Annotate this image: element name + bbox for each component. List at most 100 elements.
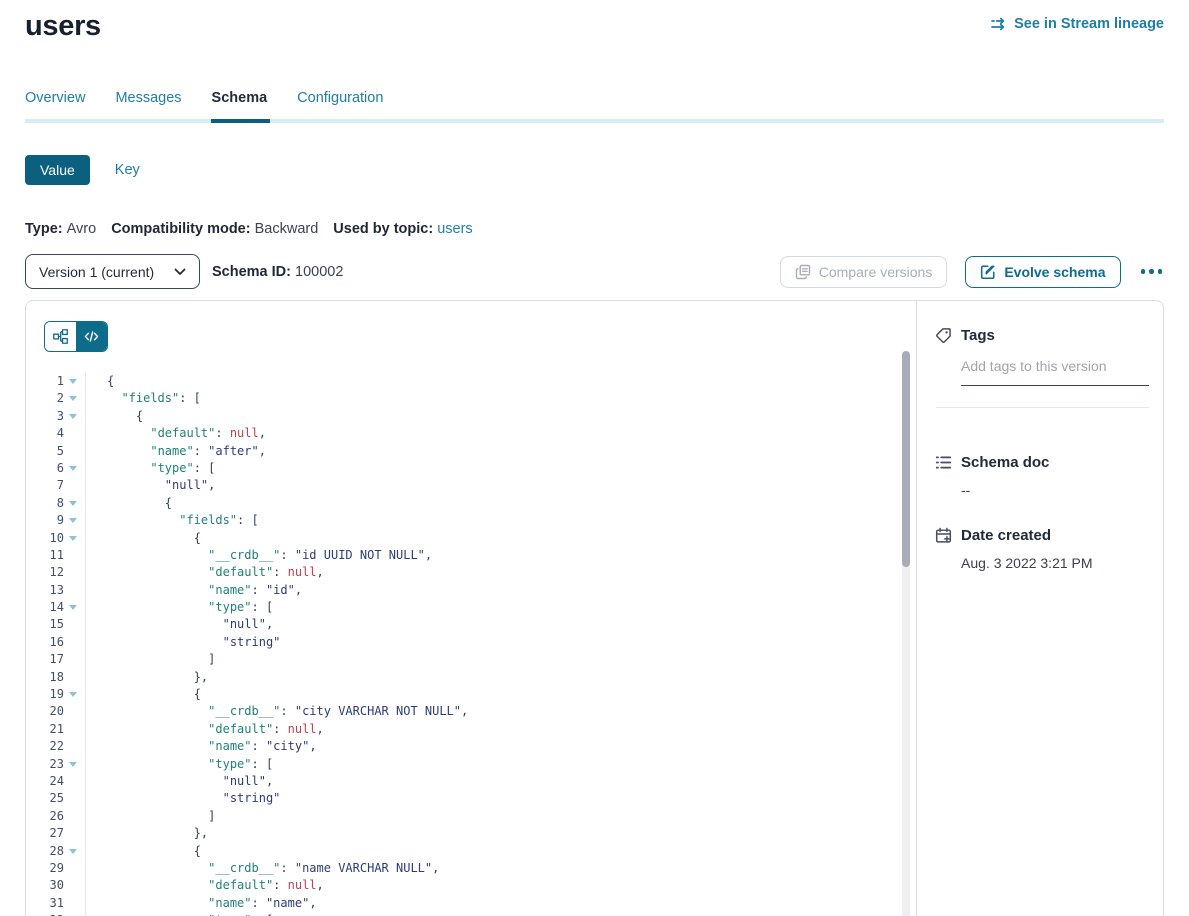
code-line: 16"string": [26, 634, 916, 651]
schema-id-label: Schema ID:: [212, 264, 291, 280]
tab-configuration[interactable]: Configuration: [297, 90, 383, 119]
code-line: 12"default": null,: [26, 564, 916, 581]
code-text: "string": [86, 634, 280, 651]
tags-input-wrap: [961, 358, 1149, 386]
code-line: 31"name": "name",: [26, 895, 916, 912]
editor-scrollbar-thumb[interactable]: [902, 351, 910, 567]
line-number: 32: [26, 912, 64, 916]
code-line: 7"null",: [26, 477, 916, 494]
key-toggle-button[interactable]: Key: [115, 162, 140, 178]
schema-part-toggle: Value Key: [25, 155, 1164, 185]
date-created-heading-label: Date created: [961, 527, 1051, 544]
code-text: {: [86, 373, 114, 390]
tag-icon: [935, 327, 952, 344]
code-text: {: [86, 530, 201, 547]
line-number: 9: [26, 512, 64, 529]
fold-gutter: [64, 408, 86, 425]
date-created-section: Date created Aug. 3 2022 3:21 PM: [935, 527, 1149, 571]
editor-scrollbar-track[interactable]: [902, 351, 910, 916]
code-text: "fields": [: [86, 512, 259, 529]
ellipsis-icon: [1149, 269, 1154, 274]
schema-doc-section: Schema doc --: [935, 454, 1149, 498]
line-number: 5: [26, 443, 64, 460]
code-text: "type": [: [86, 460, 215, 477]
topic-link[interactable]: users: [437, 221, 472, 237]
tree-view-button[interactable]: [45, 322, 76, 351]
code-text: ]: [86, 808, 215, 825]
code-view-button[interactable]: [76, 322, 107, 351]
code-line: 20"__crdb__": "city VARCHAR NOT NULL",: [26, 703, 916, 720]
fold-arrow-icon[interactable]: [69, 692, 77, 697]
tab-messages[interactable]: Messages: [115, 90, 181, 119]
tab-schema[interactable]: Schema: [212, 90, 268, 119]
see-in-stream-lineage-link[interactable]: See in Stream lineage: [990, 16, 1164, 32]
code-line: 29"__crdb__": "name VARCHAR NULL",: [26, 860, 916, 877]
fold-gutter: [64, 825, 86, 842]
fold-arrow-icon[interactable]: [69, 605, 77, 610]
schema-id: Schema ID: 100002: [212, 264, 343, 280]
tags-heading: Tags: [935, 327, 1149, 344]
code-line: 25 "string": [26, 790, 916, 807]
schema-page: users See in Stream lineage Overview Mess…: [0, 0, 1189, 916]
page-title: users: [25, 10, 101, 43]
fold-arrow-icon[interactable]: [69, 762, 77, 767]
version-select[interactable]: Version 1 (current): [25, 254, 200, 289]
compare-versions-button[interactable]: Compare versions: [780, 256, 948, 288]
code-line: 13"name": "id",: [26, 582, 916, 599]
code-text: {: [86, 408, 143, 425]
tab-overview[interactable]: Overview: [25, 90, 85, 119]
more-options-button[interactable]: [1139, 265, 1165, 278]
fold-arrow-icon[interactable]: [69, 501, 77, 506]
fold-arrow-icon[interactable]: [69, 518, 77, 523]
fold-gutter: [64, 703, 86, 720]
calendar-plus-icon: [935, 527, 952, 544]
fold-arrow-icon[interactable]: [69, 414, 77, 419]
line-number: 1: [26, 373, 64, 390]
line-number: 31: [26, 895, 64, 912]
value-toggle-button[interactable]: Value: [25, 155, 90, 185]
fold-arrow-icon[interactable]: [69, 536, 77, 541]
tabs: Overview Messages Schema Configuration: [25, 90, 1164, 123]
line-number: 21: [26, 721, 64, 738]
fold-gutter: [64, 530, 86, 547]
code-line: 2"fields": [: [26, 390, 916, 407]
code-line: 32"type": [: [26, 912, 916, 916]
schema-doc-heading: Schema doc: [935, 454, 1149, 471]
code-line: 26]: [26, 808, 916, 825]
code-text: "type": [: [86, 599, 273, 616]
code-text: "__crdb__": "id UUID NOT NULL",: [86, 547, 432, 564]
ellipsis-icon: [1141, 269, 1146, 274]
fold-gutter: [64, 564, 86, 581]
fold-arrow-icon[interactable]: [69, 396, 77, 401]
code-text: },: [86, 825, 208, 842]
line-number: 28: [26, 843, 64, 860]
compatibility-label: Compatibility mode:: [111, 221, 250, 237]
code-text: "null",: [86, 773, 273, 790]
code-text: ]: [86, 651, 215, 668]
code-text: "string": [86, 790, 280, 807]
fold-gutter: [64, 669, 86, 686]
fold-arrow-icon[interactable]: [69, 466, 77, 471]
code-text: "null",: [86, 477, 215, 494]
list-icon: [935, 454, 952, 471]
tags-input[interactable]: [961, 358, 1149, 374]
fold-gutter: [64, 773, 86, 790]
code-line: 14"type": [: [26, 599, 916, 616]
fold-arrow-icon[interactable]: [69, 849, 77, 854]
meta-type: Type: Avro: [25, 221, 96, 237]
evolve-schema-button[interactable]: Evolve schema: [965, 256, 1120, 288]
line-number: 15: [26, 616, 64, 633]
fold-gutter: [64, 599, 86, 616]
fold-gutter: [64, 495, 86, 512]
line-number: 25: [26, 790, 64, 807]
fold-gutter: [64, 808, 86, 825]
fold-gutter: [64, 686, 86, 703]
schema-meta: Type: Avro Compatibility mode: Backward …: [25, 221, 1164, 237]
fold-arrow-icon[interactable]: [69, 379, 77, 384]
schema-doc-heading-label: Schema doc: [961, 454, 1049, 471]
editor-view-toggle: [44, 321, 108, 352]
fold-gutter: [64, 582, 86, 599]
stream-lineage-icon: [990, 16, 1007, 32]
line-number: 8: [26, 495, 64, 512]
type-value: Avro: [67, 221, 97, 237]
